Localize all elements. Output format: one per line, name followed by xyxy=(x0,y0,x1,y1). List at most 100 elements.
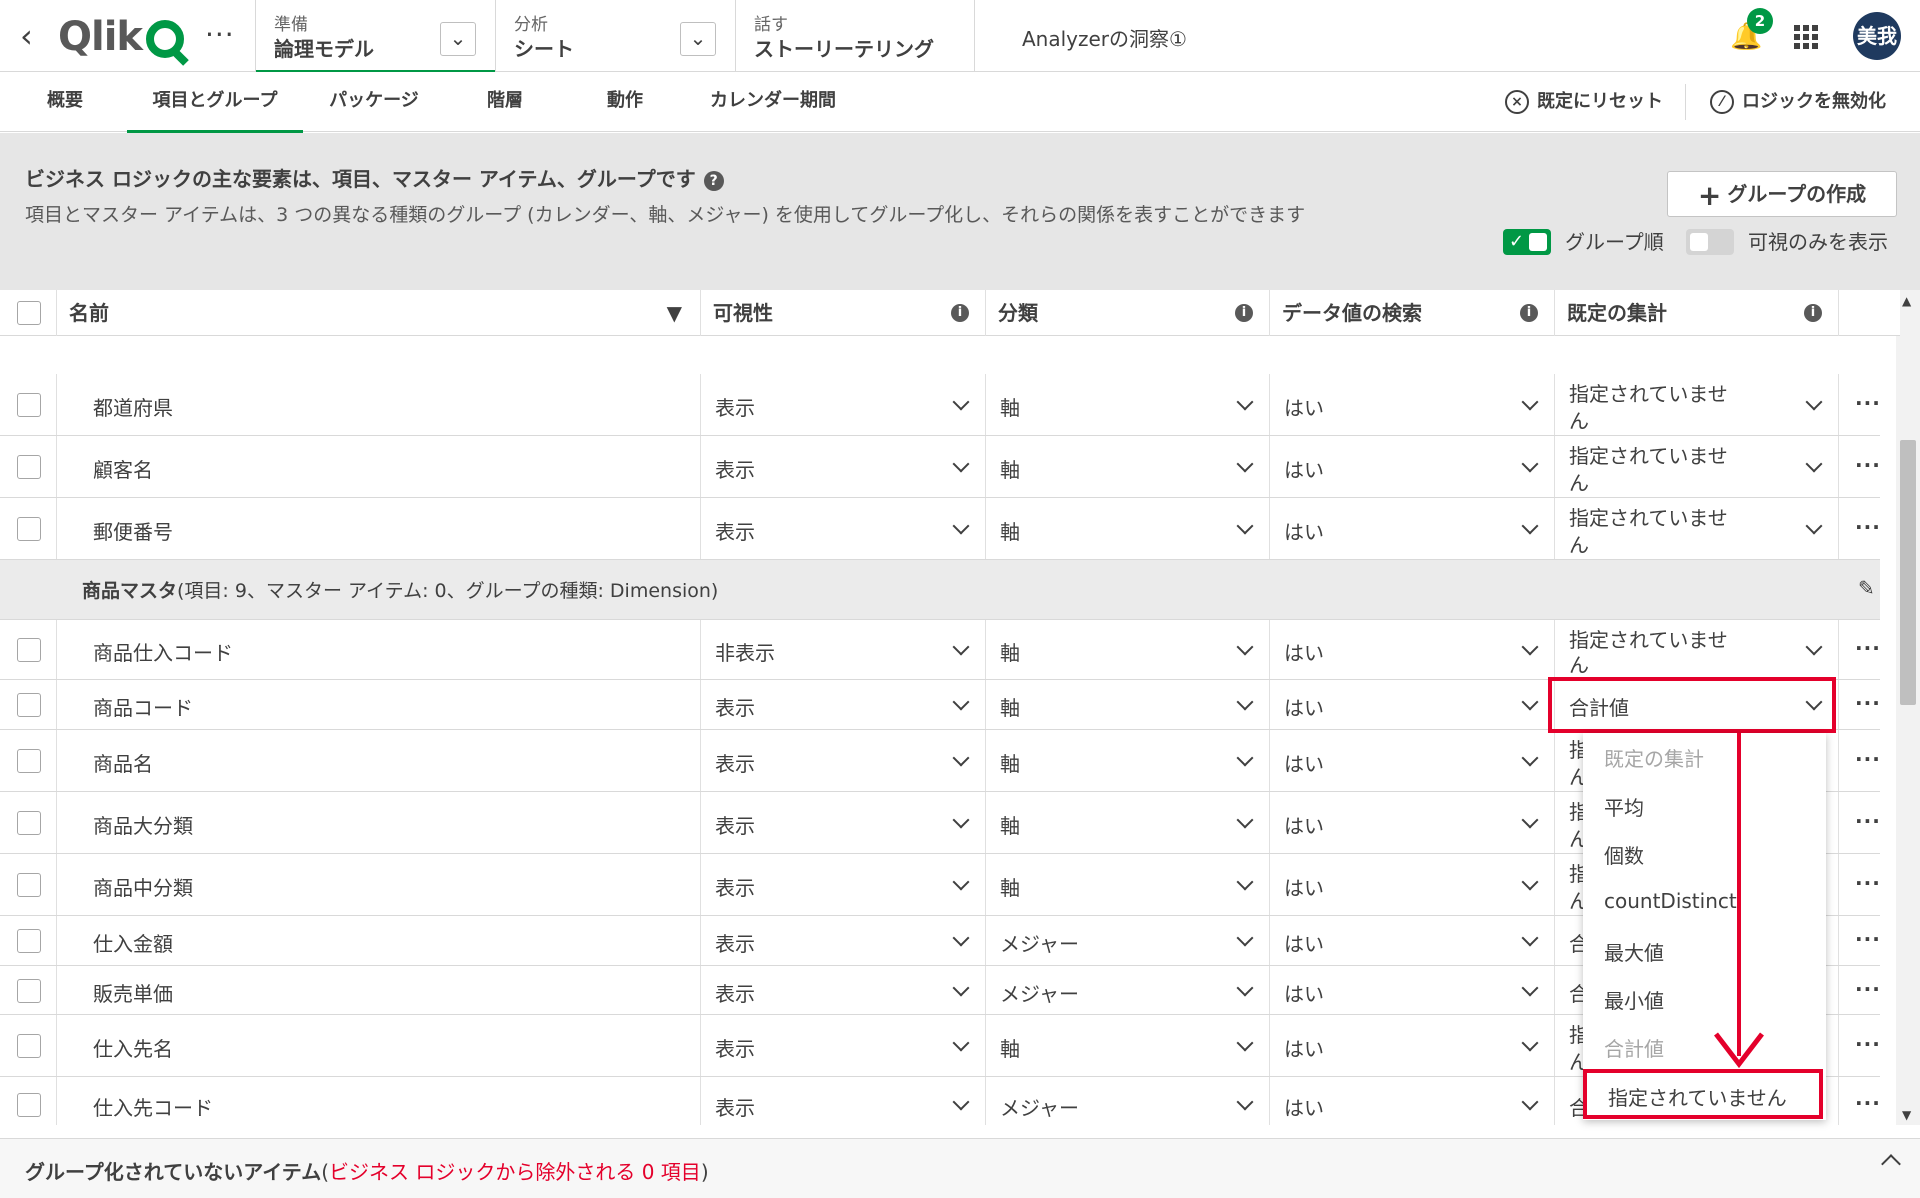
visibility-select[interactable]: 表示 xyxy=(701,680,986,729)
row-checkbox[interactable] xyxy=(17,638,41,662)
apps-grid-icon[interactable] xyxy=(1794,25,1818,49)
row-more-icon[interactable]: ··· xyxy=(1855,977,1881,1001)
column-data-search[interactable]: データ値の検索 i xyxy=(1270,290,1555,336)
row-more-icon[interactable]: ··· xyxy=(1855,515,1881,539)
column-name[interactable]: 名前 ▼ xyxy=(57,290,701,336)
chevron-up-icon[interactable] xyxy=(1881,1154,1901,1174)
row-checkbox[interactable] xyxy=(17,693,41,717)
row-checkbox[interactable] xyxy=(17,1034,41,1058)
visibility-select[interactable]: 表示 xyxy=(701,1015,986,1076)
row-more-icon[interactable]: ··· xyxy=(1855,1032,1881,1056)
search-select[interactable]: はい xyxy=(1270,854,1555,915)
classification-select[interactable]: 軸 xyxy=(986,730,1270,791)
row-more-icon[interactable]: ··· xyxy=(1855,1091,1881,1115)
group-order-toggle[interactable] xyxy=(1503,229,1551,255)
column-classification[interactable]: 分類 i xyxy=(986,290,1270,336)
select-all-checkbox[interactable] xyxy=(17,301,41,325)
row-more-icon[interactable]: ··· xyxy=(1855,927,1881,951)
tab-overview[interactable]: 概要 xyxy=(30,72,100,132)
nav-narrate[interactable]: 話す ストーリーテリング xyxy=(735,0,975,72)
column-default-aggregation[interactable]: 既定の集計 i xyxy=(1555,290,1839,336)
ungrouped-footer[interactable]: グループ化されていないアイテム(ビジネス ロジックから除外される 0 項目) xyxy=(0,1138,1920,1198)
visibility-select[interactable]: 表示 xyxy=(701,498,986,559)
search-select[interactable]: はい xyxy=(1270,436,1555,497)
classification-select[interactable]: 軸 xyxy=(986,792,1270,853)
option-count[interactable]: 個数 xyxy=(1604,840,1644,869)
row-more-icon[interactable]: ··· xyxy=(1855,747,1881,771)
row-more-icon[interactable]: ··· xyxy=(1855,691,1881,715)
classification-select[interactable]: メジャー xyxy=(986,1077,1270,1125)
info-icon[interactable]: i xyxy=(1520,304,1538,322)
filter-icon[interactable]: ▼ xyxy=(667,290,682,336)
row-checkbox[interactable] xyxy=(17,873,41,897)
chevron-down-icon[interactable]: ⌄ xyxy=(680,22,716,56)
more-menu-icon[interactable]: ··· xyxy=(205,18,235,51)
search-select[interactable]: はい xyxy=(1270,620,1555,679)
row-checkbox[interactable] xyxy=(17,393,41,417)
chevron-down-icon[interactable]: ⌄ xyxy=(440,22,476,56)
tab-hierarchy[interactable]: 階層 xyxy=(470,72,540,132)
option-average[interactable]: 平均 xyxy=(1604,792,1644,821)
visibility-select[interactable]: 表示 xyxy=(701,966,986,1014)
nav-analyze[interactable]: 分析 シート ⌄ xyxy=(495,0,735,72)
option-sum[interactable]: 合計値 xyxy=(1604,1033,1664,1062)
visibility-select[interactable]: 表示 xyxy=(701,374,986,435)
classification-select[interactable]: メジャー xyxy=(986,966,1270,1014)
search-select[interactable]: はい xyxy=(1270,374,1555,435)
scroll-up-icon[interactable]: ▲ xyxy=(1902,294,1911,308)
option-min[interactable]: 最小値 xyxy=(1604,985,1664,1014)
create-group-button[interactable]: + グループの作成 xyxy=(1667,171,1897,217)
scrollbar-thumb[interactable] xyxy=(1900,440,1916,705)
search-select[interactable]: はい xyxy=(1270,680,1555,729)
classification-select[interactable]: 軸 xyxy=(986,854,1270,915)
nav-prepare[interactable]: 準備 論理モデル ⌄ xyxy=(255,0,495,73)
visible-only-toggle[interactable] xyxy=(1686,229,1734,255)
classification-select[interactable]: 軸 xyxy=(986,680,1270,729)
classification-select[interactable]: 軸 xyxy=(986,436,1270,497)
avatar[interactable]: 美我 xyxy=(1853,12,1901,60)
row-more-icon[interactable]: ··· xyxy=(1855,391,1881,415)
search-select[interactable]: はい xyxy=(1270,966,1555,1014)
visibility-select[interactable]: 表示 xyxy=(701,1077,986,1125)
tab-fields-groups[interactable]: 項目とグループ xyxy=(127,72,303,133)
visibility-select[interactable]: 非表示 xyxy=(701,620,986,679)
search-select[interactable]: はい xyxy=(1270,1077,1555,1125)
column-visibility[interactable]: 可視性 i xyxy=(701,290,986,336)
search-select[interactable]: はい xyxy=(1270,498,1555,559)
aggregation-select[interactable]: 指定されていません xyxy=(1555,374,1839,435)
option-max[interactable]: 最大値 xyxy=(1604,937,1664,966)
tab-packages[interactable]: パッケージ xyxy=(318,72,430,132)
row-checkbox[interactable] xyxy=(17,517,41,541)
row-more-icon[interactable]: ··· xyxy=(1855,636,1881,660)
row-checkbox[interactable] xyxy=(17,1092,41,1117)
search-select[interactable]: はい xyxy=(1270,730,1555,791)
visibility-select[interactable]: 表示 xyxy=(701,916,986,965)
row-checkbox[interactable] xyxy=(17,929,41,953)
visibility-select[interactable]: 表示 xyxy=(701,854,986,915)
tab-calendar-periods[interactable]: カレンダー期間 xyxy=(700,72,846,132)
disable-logic-button[interactable]: ⁄ ロジックを無効化 xyxy=(1710,86,1886,118)
info-icon[interactable]: i xyxy=(1235,304,1253,322)
aggregation-select[interactable]: 指定されていません xyxy=(1555,620,1839,679)
search-select[interactable]: はい xyxy=(1270,792,1555,853)
search-select[interactable]: はい xyxy=(1270,1015,1555,1076)
classification-select[interactable]: メジャー xyxy=(986,916,1270,965)
back-icon[interactable]: ‹ xyxy=(20,20,50,52)
classification-select[interactable]: 軸 xyxy=(986,620,1270,679)
visibility-select[interactable]: 表示 xyxy=(701,436,986,497)
classification-select[interactable]: 軸 xyxy=(986,374,1270,435)
aggregation-select[interactable]: 指定されていません xyxy=(1555,436,1839,497)
row-checkbox[interactable] xyxy=(17,811,41,835)
visibility-select[interactable]: 表示 xyxy=(701,730,986,791)
info-icon[interactable]: i xyxy=(1804,304,1822,322)
option-not-specified[interactable]: 指定されていません xyxy=(1583,1069,1823,1119)
info-icon[interactable]: i xyxy=(951,304,969,322)
row-checkbox[interactable] xyxy=(17,978,41,1003)
visibility-select[interactable]: 表示 xyxy=(701,792,986,853)
edit-icon[interactable]: ✎ xyxy=(1858,576,1875,600)
tab-behavior[interactable]: 動作 xyxy=(590,72,660,132)
row-checkbox[interactable] xyxy=(17,455,41,479)
classification-select[interactable]: 軸 xyxy=(986,498,1270,559)
search-select[interactable]: はい xyxy=(1270,916,1555,965)
scroll-down-icon[interactable]: ▼ xyxy=(1902,1108,1911,1122)
